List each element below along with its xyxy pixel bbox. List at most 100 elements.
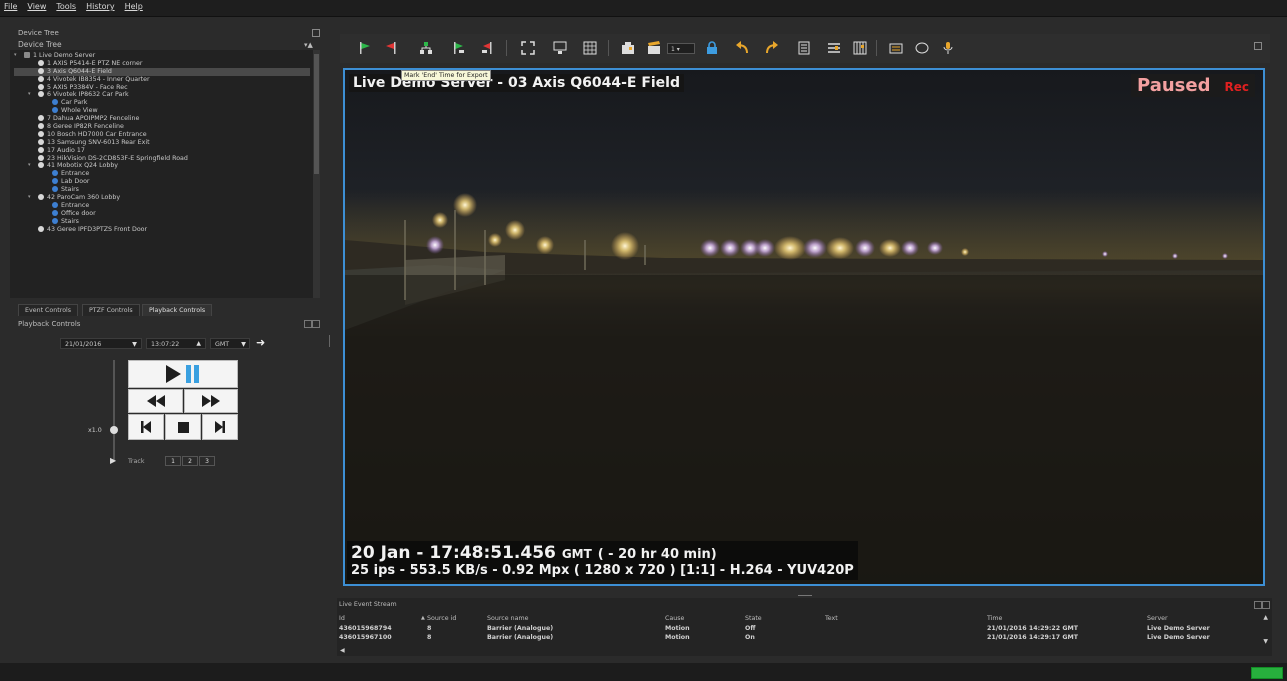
column-header[interactable]: Source name	[487, 615, 529, 623]
menu-help[interactable]: Help	[120, 0, 148, 11]
play-pause-button[interactable]	[128, 360, 238, 388]
panel-close-icon[interactable]	[1254, 601, 1262, 609]
clapperboard-icon[interactable]	[646, 40, 662, 56]
event-scroll-up-icon[interactable]: ▲	[1263, 614, 1268, 621]
lock-icon[interactable]	[704, 40, 720, 56]
speed-slider-track[interactable]	[113, 360, 115, 460]
tree-item[interactable]: Stairs	[14, 217, 310, 226]
tree-item[interactable]: Whole View	[14, 107, 310, 115]
tree-item[interactable]: 8 Geree IP82R Fenceline	[14, 123, 310, 131]
mark-start-flag-icon[interactable]	[356, 40, 372, 56]
video-viewport[interactable]: Live Demo Server - 03 Axis Q6044-E Field…	[343, 68, 1265, 586]
microphone-icon[interactable]	[940, 40, 956, 56]
tree-item[interactable]: Entrance	[14, 201, 310, 210]
column-header[interactable]: Id	[339, 615, 345, 623]
column-header[interactable]: Time	[987, 615, 1002, 623]
panel-float-icon[interactable]	[312, 29, 320, 37]
tree-item[interactable]: 3 Axis Q6044-E Field	[14, 67, 310, 76]
undo-arrow-icon[interactable]	[734, 40, 750, 56]
table-row[interactable]: 436015967100 8 Barrier (Analogue) Motion On 2…	[337, 634, 1262, 643]
tree-item[interactable]: Car Park	[14, 99, 310, 107]
tree-collapse-icon[interactable]: ▾▲	[304, 41, 313, 49]
layout-dropdown[interactable]: 1 ▾	[666, 40, 696, 56]
tree-item[interactable]: 4 Vivotek IB8354 - Inner Quarter	[14, 75, 310, 84]
column-header[interactable]: Text	[825, 615, 838, 623]
track-2-button[interactable]: 2	[182, 456, 198, 466]
tree-item[interactable]: 23 HikVision DS-2CD853F-E Springfield Ro…	[14, 154, 310, 163]
tree-scrollbar[interactable]	[313, 50, 320, 298]
tree-item[interactable]: 1 AXIS P5414-E PTZ NE corner	[14, 59, 310, 68]
grid-view-icon[interactable]	[582, 40, 598, 56]
expand-arrow-icon[interactable]: ▾	[28, 162, 31, 170]
tree-item[interactable]: Lab Door	[14, 178, 310, 186]
timezone-dropdown[interactable]: GMT ▼	[210, 338, 250, 349]
tree-item[interactable]: 10 Bosch HD7000 Car Entrance	[14, 130, 310, 139]
tree-item[interactable]: 17 Audio 17	[14, 146, 310, 155]
fast-forward-button[interactable]	[184, 389, 238, 413]
expand-arrow-icon[interactable]: ▾	[14, 52, 17, 60]
track-3-button[interactable]: 3	[199, 456, 215, 466]
tree-item[interactable]: Stairs	[14, 186, 310, 194]
horizontal-splitter[interactable]	[798, 595, 812, 596]
mark-end-flag-icon[interactable]	[384, 40, 400, 56]
panel-float-icon[interactable]	[312, 320, 320, 328]
goto-start-flag-icon[interactable]	[450, 40, 466, 56]
tree-item[interactable]: 5 AXIS P3384V - Face Rec	[14, 83, 310, 92]
tree-item[interactable]: ▾ 41 Mobotix Q24 Lobby	[14, 162, 310, 170]
tree-item[interactable]: ▾ 6 Vivotek IP8632 Car Park	[14, 91, 310, 99]
track-play-icon[interactable]: ▶​	[110, 456, 116, 465]
menu-file[interactable]: File	[0, 0, 22, 11]
track-label: Track	[128, 458, 145, 465]
speed-slider-handle[interactable]	[110, 426, 118, 434]
status-bar	[0, 663, 1287, 681]
expand-arrow-icon[interactable]: ▾	[28, 91, 31, 99]
timeline-icon[interactable]	[826, 40, 842, 56]
tree-scroll-thumb[interactable]	[314, 54, 319, 174]
tree-item[interactable]: ▾ 42 ParoCam 360 Lobby	[14, 194, 310, 202]
time-spinner[interactable]: 13:07:22 ▲	[146, 338, 206, 349]
go-arrow-icon[interactable]: ➜	[256, 336, 265, 349]
tab-ptzf-controls[interactable]: PTZF Controls	[82, 304, 140, 316]
menu-history[interactable]: History	[81, 0, 119, 11]
column-header[interactable]: State	[745, 615, 762, 623]
export-tree-icon[interactable]	[418, 40, 434, 56]
tree-item[interactable]: 13 Samsung SNV-6013 Rear Exit	[14, 138, 310, 147]
stop-button[interactable]	[165, 414, 201, 440]
column-header[interactable]: Source id	[427, 615, 456, 623]
list-view-icon[interactable]	[796, 40, 812, 56]
panel-float-icon[interactable]	[1262, 601, 1270, 609]
fullscreen-icon[interactable]	[520, 40, 536, 56]
tree-item[interactable]: Office door	[14, 209, 310, 218]
tree-item-label: 4 Vivotek IB8354 - Inner Quarter	[47, 75, 150, 83]
column-header[interactable]: Cause	[665, 615, 684, 623]
date-dropdown[interactable]: 21/01/2016 ▼	[60, 338, 142, 349]
tab-event-controls[interactable]: Event Controls	[18, 304, 79, 316]
toolbar-close-icon[interactable]	[1254, 42, 1262, 50]
table-row[interactable]: 436015968794 8 Barrier (Analogue) Motion Off…	[337, 625, 1262, 634]
monitor-icon[interactable]	[552, 40, 568, 56]
tree-item[interactable]: 7 Dahua APOIPMP2 Fenceline	[14, 115, 310, 123]
tree-item-label: 10 Bosch HD7000 Car Entrance	[47, 130, 147, 138]
camera-grid-icon[interactable]	[852, 40, 868, 56]
menu-tools[interactable]: Tools	[51, 0, 81, 11]
snapshot-icon[interactable]	[620, 40, 636, 56]
keyboard-icon[interactable]	[888, 40, 904, 56]
vertical-splitter[interactable]	[329, 335, 330, 347]
goto-end-flag-icon[interactable]	[480, 40, 496, 56]
panel-close-icon[interactable]	[304, 320, 312, 328]
tree-item[interactable]: Entrance	[14, 170, 310, 178]
tab-playback-controls[interactable]: Playback Controls	[142, 304, 213, 316]
skip-start-button[interactable]	[128, 414, 164, 440]
skip-end-button[interactable]	[202, 414, 238, 440]
tree-item[interactable]: 43 Geree IPFD3PTZS Front Door	[14, 225, 310, 234]
speaker-icon[interactable]	[914, 40, 930, 56]
expand-arrow-icon[interactable]: ▾	[28, 194, 31, 202]
rewind-button[interactable]	[128, 389, 183, 413]
event-hscroll-left-icon[interactable]: ◀	[340, 647, 345, 654]
redo-arrow-icon[interactable]	[764, 40, 780, 56]
tree-item[interactable]: ▾ 1 Live Demo Server	[14, 52, 310, 60]
event-scroll-down-icon[interactable]: ▼	[1263, 638, 1268, 645]
track-1-button[interactable]: 1	[165, 456, 181, 466]
column-header[interactable]: Server	[1147, 615, 1168, 623]
menu-view[interactable]: View	[22, 0, 51, 11]
